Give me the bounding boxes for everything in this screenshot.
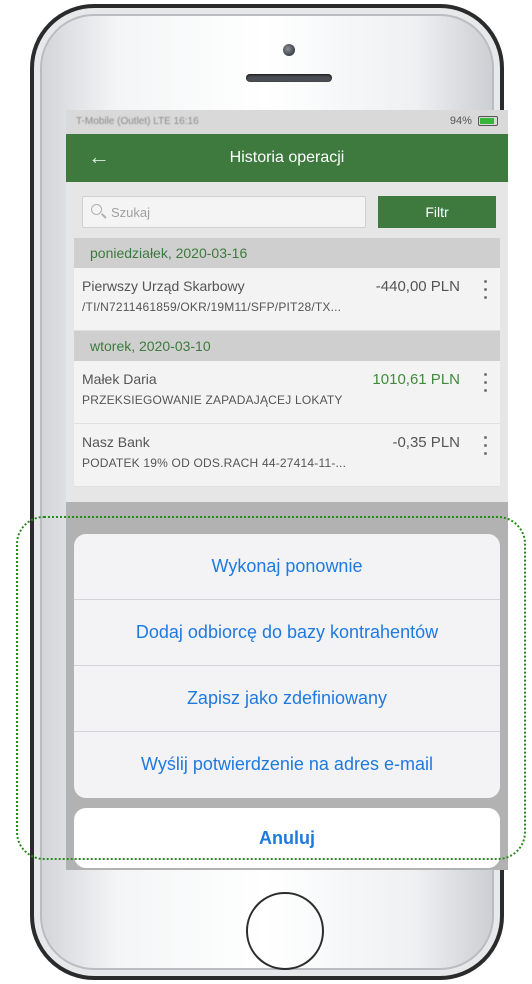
status-bar: T-Mobile (Outlet) LTE 16:16 94% bbox=[66, 110, 508, 134]
earpiece-speaker bbox=[246, 74, 332, 82]
more-options-icon[interactable] bbox=[482, 436, 488, 460]
transaction-row[interactable]: Małek Daria 1010,61 PLN PRZEKSIEGOWANIE ZA… bbox=[74, 361, 500, 424]
transaction-list: poniedziałek, 2020-03-16 Pierwszy Urząd S… bbox=[66, 238, 508, 487]
repeat-transfer-option[interactable]: Wykonaj ponownie bbox=[74, 534, 500, 600]
transaction-row[interactable]: Nasz Bank -0,35 PLN PODATEK 19% OD ODS.RAC… bbox=[74, 424, 500, 487]
add-recipient-option[interactable]: Dodaj odbiorcę do bazy kontrahentów bbox=[74, 600, 500, 666]
transaction-amount: -440,00 PLN bbox=[375, 278, 460, 295]
transaction-description: PRZEKSIEGOWANIE ZAPADAJĄCEJ LOKATY bbox=[82, 393, 343, 407]
search-icon bbox=[91, 204, 102, 215]
date-header: wtorek, 2020-03-10 bbox=[74, 331, 500, 361]
transaction-name: Nasz Bank bbox=[82, 434, 150, 450]
save-as-defined-option[interactable]: Zapisz jako zdefiniowany bbox=[74, 666, 500, 732]
transaction-name: Pierwszy Urząd Skarbowy bbox=[82, 278, 245, 294]
transaction-description: PODATEK 19% OD ODS.RACH 44-27414-11-... bbox=[82, 456, 347, 470]
more-options-icon[interactable] bbox=[482, 373, 488, 397]
search-box bbox=[82, 196, 366, 228]
cancel-button[interactable]: Anuluj bbox=[74, 808, 500, 868]
date-header: poniedziałek, 2020-03-16 bbox=[74, 238, 500, 268]
transaction-amount: 1010,61 PLN bbox=[372, 371, 460, 388]
phone-frame: T-Mobile (Outlet) LTE 16:16 94% ← Histor… bbox=[30, 4, 508, 980]
app-header: ← Historia operacji bbox=[66, 134, 508, 182]
front-camera bbox=[283, 44, 295, 56]
battery-percent: 94% bbox=[449, 115, 472, 127]
page-title: Historia operacji bbox=[229, 149, 345, 166]
transaction-amount: -0,35 PLN bbox=[392, 434, 460, 451]
send-confirmation-email-option[interactable]: Wyślij potwierdzenie na adres e-mail bbox=[74, 732, 500, 798]
more-options-icon[interactable] bbox=[482, 280, 488, 304]
filter-button[interactable]: Filtr bbox=[378, 196, 496, 228]
action-sheet: Wykonaj ponownie Dodaj odbiorcę do bazy … bbox=[74, 534, 500, 798]
transaction-name: Małek Daria bbox=[82, 371, 157, 387]
screen: T-Mobile (Outlet) LTE 16:16 94% ← Histor… bbox=[66, 110, 508, 870]
transaction-description: /TI/N7211461859/OKR/19M11/SFP/PIT28/TX..… bbox=[82, 300, 342, 314]
transaction-row[interactable]: Pierwszy Urząd Skarbowy -440,00 PLN/TI/N7… bbox=[74, 268, 500, 331]
carrier-text: T-Mobile (Outlet) LTE 16:16 bbox=[76, 116, 199, 127]
battery-indicator: 94% bbox=[450, 115, 498, 127]
battery-icon bbox=[478, 116, 498, 127]
search-input[interactable] bbox=[111, 197, 351, 227]
home-button[interactable] bbox=[246, 892, 324, 970]
search-row: Filtr bbox=[66, 182, 508, 238]
